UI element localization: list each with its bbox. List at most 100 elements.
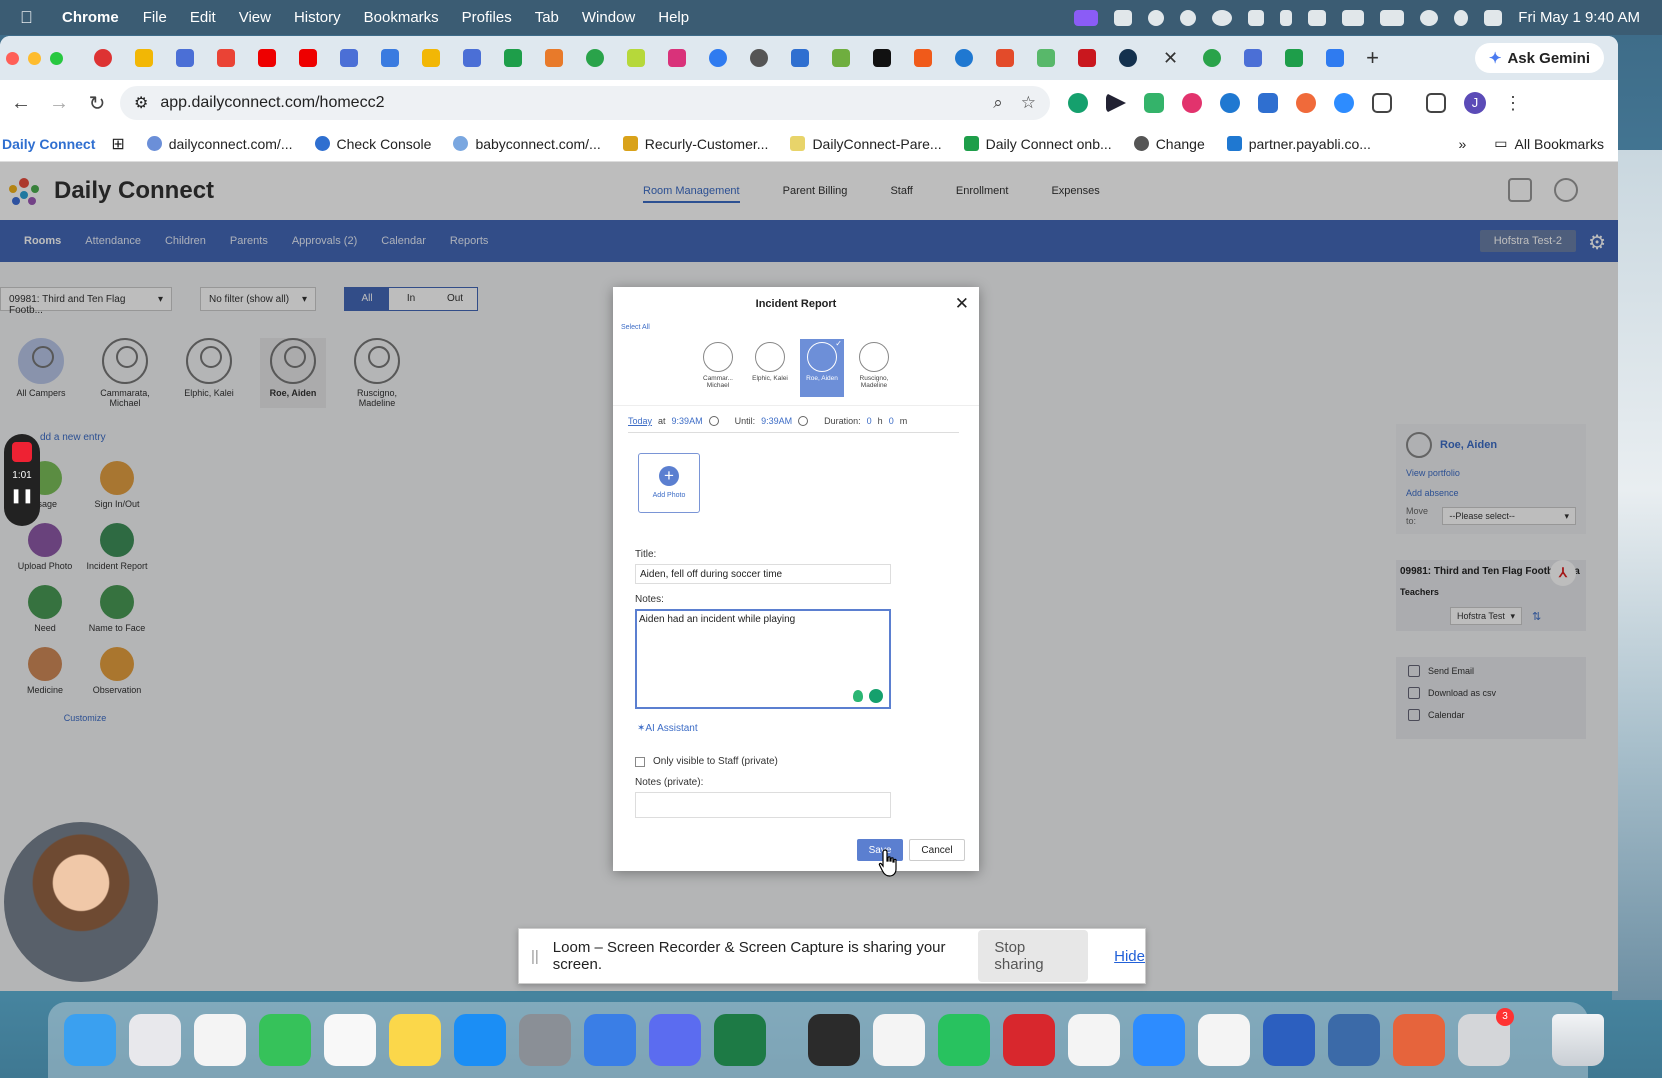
claude-icon[interactable] — [1393, 1014, 1445, 1066]
end-time[interactable]: 9:39AM — [761, 416, 792, 426]
apps-grid-icon[interactable]: ⊞ — [111, 134, 124, 154]
blue-extension-icon[interactable] — [1220, 93, 1240, 113]
drag-handle-icon[interactable]: || — [531, 948, 539, 965]
menu-profiles[interactable]: Profiles — [462, 9, 512, 26]
bookmark-check-console[interactable]: Check Console — [314, 136, 431, 152]
cursor-extension-icon[interactable] — [1106, 93, 1126, 113]
add-photo-button[interactable]: + Add Photo — [638, 453, 700, 513]
menu-bookmarks[interactable]: Bookmarks — [364, 9, 439, 26]
back-arrow-icon[interactable]: ← — [6, 92, 36, 115]
tab-favicon-sheets[interactable] — [504, 49, 522, 67]
tab-favicon-drive[interactable] — [135, 49, 153, 67]
pause-icon[interactable]: ❚❚ — [4, 487, 40, 504]
photos-icon[interactable] — [194, 1014, 246, 1066]
grammarly-suggestion-icon[interactable] — [853, 690, 863, 702]
tab-favicon-docs-3[interactable] — [463, 49, 481, 67]
more-menu-icon[interactable]: ⋮ — [1504, 93, 1522, 114]
reminders-icon[interactable] — [324, 1014, 376, 1066]
private-notes-textarea[interactable] — [635, 792, 891, 818]
battery-icon[interactable] — [1380, 9, 1405, 26]
menu-edit[interactable]: Edit — [190, 9, 216, 26]
wifi-icon[interactable] — [1420, 9, 1439, 26]
creative-cloud-icon[interactable] — [1212, 9, 1233, 26]
bookmark-daily-connect[interactable]: Daily Connect — [2, 136, 95, 152]
input-source-icon[interactable] — [1342, 9, 1365, 26]
duration-minutes[interactable]: 0 — [889, 416, 894, 426]
puzzle-extensions-icon[interactable] — [1372, 93, 1392, 113]
menu-tab[interactable]: Tab — [535, 9, 559, 26]
bookmark-recurly[interactable]: Recurly-Customer... — [622, 136, 768, 152]
ask-gemini-button[interactable]: ✦ Ask Gemini — [1474, 43, 1604, 73]
tab-favicon-docs[interactable] — [176, 49, 194, 67]
gear-extension-icon[interactable] — [1258, 93, 1278, 113]
forward-arrow-icon[interactable]: → — [44, 92, 74, 115]
tab-favicon-golf[interactable] — [832, 49, 850, 67]
drive-icon[interactable] — [1248, 9, 1265, 26]
tab-favicon-drive-2[interactable] — [422, 49, 440, 67]
phone-mirroring-icon[interactable] — [649, 1014, 701, 1066]
menubar-app-name[interactable]: Chrome — [62, 9, 119, 26]
cancel-button[interactable]: Cancel — [909, 839, 965, 861]
finder-icon[interactable] — [64, 1014, 116, 1066]
claude-extension-icon[interactable] — [1296, 93, 1316, 113]
tab-favicon-youtube-2[interactable] — [299, 49, 317, 67]
sparkle-icon[interactable] — [1148, 9, 1165, 26]
grid-dots-icon[interactable] — [1308, 9, 1327, 26]
menubar-clock[interactable]: Fri May 1 9:40 AM — [1518, 9, 1640, 26]
zoom-extension-icon[interactable] — [1334, 93, 1354, 113]
tab-favicon-green[interactable] — [586, 49, 604, 67]
menu-help[interactable]: Help — [658, 9, 689, 26]
private-checkbox[interactable] — [635, 756, 645, 767]
bookmark-star-icon[interactable]: ☆ — [1021, 93, 1036, 113]
control-center-icon[interactable] — [1484, 9, 1503, 26]
acrobat-icon[interactable] — [1003, 1014, 1055, 1066]
launchpad-icon[interactable] — [129, 1014, 181, 1066]
all-bookmarks-folder[interactable]: ▭ All Bookmarks — [1494, 135, 1604, 152]
tab-favicon-orange[interactable] — [545, 49, 563, 67]
tab-favicon-black[interactable] — [873, 49, 891, 67]
menu-history[interactable]: History — [294, 9, 341, 26]
tab-favicon-meta[interactable] — [791, 49, 809, 67]
tab-favicon-green-2[interactable] — [1203, 49, 1222, 67]
app-store-icon[interactable] — [454, 1014, 506, 1066]
close-icon[interactable]: ✕ — [955, 294, 969, 314]
tab-favicon-lime[interactable] — [627, 49, 645, 67]
system-settings-icon[interactable] — [519, 1014, 571, 1066]
word-icon[interactable] — [1263, 1014, 1315, 1066]
ai-assistant-link[interactable]: ✶AI Assistant — [637, 723, 979, 734]
duration-hours[interactable]: 0 — [867, 416, 872, 426]
pink-extension-icon[interactable] — [1182, 93, 1202, 113]
bookmark-babyconnect[interactable]: babyconnect.com/... — [453, 136, 601, 152]
kid-option[interactable]: Ruscigno, Madeline — [852, 339, 896, 397]
whatsapp-icon[interactable] — [938, 1014, 990, 1066]
slack-icon[interactable] — [1068, 1014, 1120, 1066]
more-bookmarks-chevron-icon[interactable]: » — [1459, 136, 1467, 152]
calculator-icon[interactable] — [808, 1014, 860, 1066]
green-extension-icon[interactable] — [1144, 93, 1164, 113]
minimize-window-button[interactable] — [28, 51, 41, 65]
select-all-link[interactable]: Select All — [621, 324, 979, 331]
tab-favicon-orange-square[interactable] — [914, 49, 932, 67]
bookmark-dailyconnect[interactable]: dailyconnect.com/... — [146, 136, 293, 152]
trash-icon[interactable] — [1552, 1014, 1604, 1066]
zoom-icon[interactable] — [1133, 1014, 1185, 1066]
tab-favicon-docs-2[interactable] — [340, 49, 358, 67]
tab-favicon-sheets-2[interactable] — [1285, 49, 1304, 67]
tab-favicon-blue-3[interactable] — [1326, 49, 1345, 67]
date-picker[interactable]: Today — [628, 416, 652, 426]
clock-icon[interactable] — [798, 416, 809, 426]
excel-icon[interactable] — [714, 1014, 766, 1066]
kid-option[interactable]: Elphic, Kalei — [748, 339, 792, 397]
tab-favicon-blue[interactable] — [709, 49, 727, 67]
chrome-icon[interactable] — [1198, 1014, 1250, 1066]
numbers-icon[interactable] — [259, 1014, 311, 1066]
tab-search-icon[interactable] — [1426, 93, 1446, 113]
reload-icon[interactable]: ↻ — [82, 91, 112, 116]
grammarly-extension-icon[interactable] — [1068, 93, 1088, 113]
apple-icon[interactable]:  — [20, 8, 42, 28]
close-window-button[interactable] — [6, 51, 19, 65]
nodes-icon[interactable] — [1180, 9, 1197, 26]
menu-view[interactable]: View — [239, 9, 271, 26]
tab-favicon-record[interactable] — [94, 49, 112, 67]
tab-favicon-blue-2[interactable] — [955, 49, 973, 67]
